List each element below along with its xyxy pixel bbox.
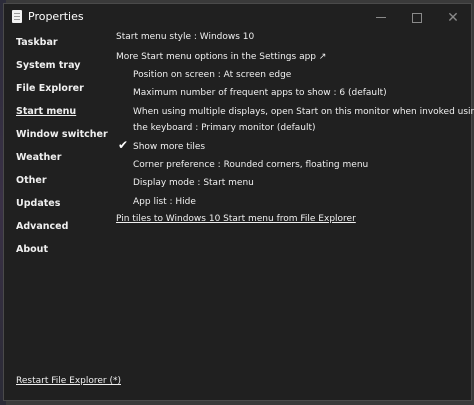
close-icon: ✕	[447, 9, 459, 26]
minimize-icon	[376, 17, 386, 18]
position-on-screen-setting[interactable]: Position on screen : At screen edge	[133, 70, 291, 80]
sidebar-item-taskbar[interactable]: Taskbar	[16, 33, 108, 56]
sidebar-item-start-menu[interactable]: Start menu	[16, 102, 108, 125]
sidebar-nav: Taskbar System tray File Explorer Start …	[16, 33, 108, 263]
multi-display-setting-line1[interactable]: When using multiple displays, open Start…	[133, 107, 474, 117]
display-mode-setting[interactable]: Display mode : Start menu	[133, 178, 254, 188]
sidebar-item-advanced[interactable]: Advanced	[16, 217, 108, 240]
restart-file-explorer-link[interactable]: Restart File Explorer (*)	[16, 376, 121, 386]
properties-window-icon	[12, 10, 22, 23]
sidebar-item-file-explorer[interactable]: File Explorer	[16, 79, 108, 102]
sidebar-item-window-switcher[interactable]: Window switcher	[16, 125, 108, 148]
maximize-button[interactable]	[399, 4, 435, 31]
properties-window: Properties ✕ Taskbar System tray File Ex…	[3, 3, 474, 401]
start-menu-style-setting[interactable]: Start menu style : Windows 10	[116, 32, 254, 42]
maximize-icon	[412, 12, 422, 23]
window-title: Properties	[28, 10, 84, 23]
sidebar-item-updates[interactable]: Updates	[16, 194, 108, 217]
sidebar-item-about[interactable]: About	[16, 240, 108, 263]
max-frequent-apps-setting[interactable]: Maximum number of frequent apps to show …	[133, 88, 387, 98]
title-bar[interactable]: Properties ✕	[4, 4, 471, 31]
close-button[interactable]: ✕	[435, 4, 471, 31]
more-options-settings-link[interactable]: More Start menu options in the Settings …	[116, 52, 326, 62]
show-more-tiles-option[interactable]: Show more tiles	[133, 142, 205, 152]
checkmark-icon[interactable]: ✔	[118, 139, 128, 151]
minimize-button[interactable]	[363, 4, 399, 31]
pin-tiles-link[interactable]: Pin tiles to Windows 10 Start menu from …	[116, 214, 356, 224]
sidebar-item-system-tray[interactable]: System tray	[16, 56, 108, 79]
sidebar-item-weather[interactable]: Weather	[16, 148, 108, 171]
sidebar-item-other[interactable]: Other	[16, 171, 108, 194]
app-list-setting[interactable]: App list : Hide	[133, 197, 196, 207]
multi-display-setting-line2[interactable]: the keyboard : Primary monitor (default)	[133, 123, 316, 133]
corner-preference-setting[interactable]: Corner preference : Rounded corners, flo…	[133, 160, 368, 170]
